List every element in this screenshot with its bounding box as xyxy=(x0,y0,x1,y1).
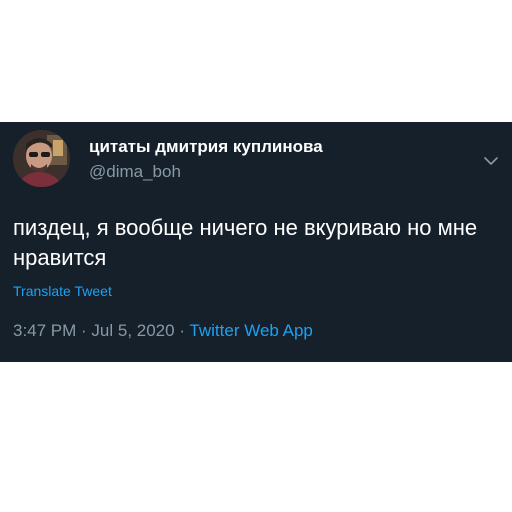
translate-tweet-link[interactable]: Translate Tweet xyxy=(13,282,112,300)
chevron-down-icon[interactable] xyxy=(482,154,500,166)
tweet-source-link[interactable]: Twitter Web App xyxy=(189,321,312,340)
tweet-card: цитаты дмитрия куплинова @dima_boh пизде… xyxy=(0,122,512,362)
tweet-metadata: 3:47 PM · Jul 5, 2020 · Twitter Web App xyxy=(13,320,313,342)
meta-separator: · xyxy=(76,321,92,340)
avatar[interactable] xyxy=(13,130,70,187)
tweet-date[interactable]: Jul 5, 2020 xyxy=(91,321,174,340)
avatar-image xyxy=(13,130,70,187)
user-handle[interactable]: @dima_boh xyxy=(89,162,181,182)
display-name[interactable]: цитаты дмитрия куплинова xyxy=(89,137,323,157)
tweet-time[interactable]: 3:47 PM xyxy=(13,321,76,340)
tweet-text: пиздец, я вообще ничего не вкуриваю но м… xyxy=(13,215,478,270)
meta-separator: · xyxy=(174,321,190,340)
